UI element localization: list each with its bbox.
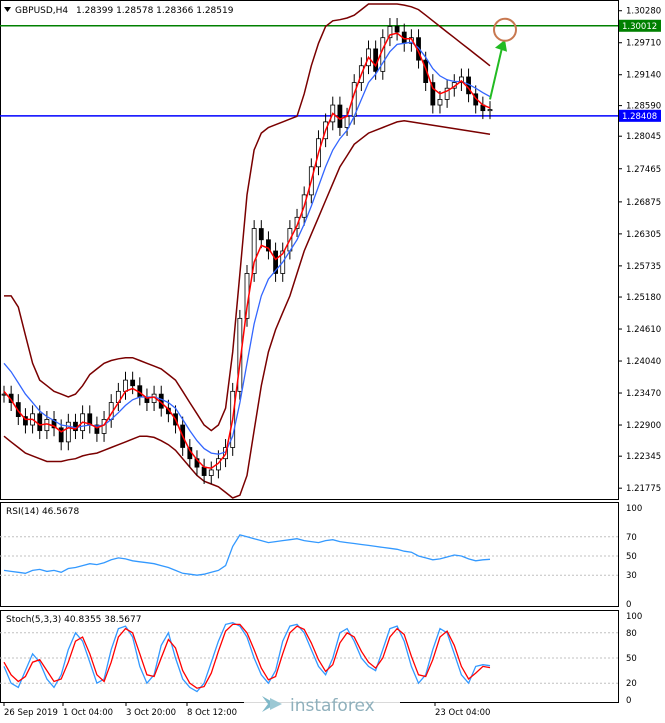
watermark-text: instaforex: [290, 696, 375, 716]
time-tick-label: 8 Oct 12:00: [187, 708, 237, 718]
candle-body: [437, 99, 443, 106]
rsi-level-label: 0: [626, 600, 631, 610]
rsi-level-label: 30: [626, 571, 637, 581]
price-axis: 1.302801.297101.291401.285901.280451.274…: [618, 7, 661, 494]
price-tick-label: 1.29710: [626, 39, 661, 49]
time-tick-label: 26 Sep 2019: [4, 708, 58, 718]
price-tick-label: 1.24610: [626, 325, 661, 335]
price-tick-label: 1.26305: [626, 230, 661, 240]
ohlc-readout: 1.28399 1.28578 1.28366 1.28519: [76, 6, 234, 16]
rsi-panel-frame: [0, 502, 619, 607]
price-chart: 1.302801.297101.291401.285901.280451.274…: [0, 0, 661, 720]
resistance-price-tag: 1.30012: [622, 22, 657, 32]
time-tick-label: 23 Oct 04:00: [435, 708, 490, 718]
candle-body: [201, 466, 207, 476]
candle-body: [37, 413, 43, 432]
price-tick-label: 1.22345: [626, 452, 661, 462]
time-tick-label: 1 Oct 04:00: [63, 708, 113, 718]
candle-body: [258, 228, 264, 241]
stoch-level-label: 20: [626, 679, 637, 689]
price-tick-label: 1.22900: [626, 421, 661, 431]
rsi-title: RSI(14) 46.5678: [6, 507, 79, 517]
candle-body: [130, 379, 136, 387]
time-tick-label: 3 Oct 20:00: [126, 708, 176, 718]
candle-body: [1, 393, 7, 396]
rsi-level-label: 100: [626, 504, 642, 514]
price-tick-label: 1.29140: [626, 71, 661, 81]
support-price-tag: 1.28408: [622, 112, 657, 122]
candle-body: [65, 421, 71, 443]
price-tick-label: 1.24040: [626, 357, 661, 367]
candle-body: [208, 469, 214, 476]
price-tick-label: 1.25735: [626, 262, 661, 272]
price-tick-label: 1.23470: [626, 389, 661, 399]
rsi-level-label: 70: [626, 533, 637, 543]
candle-body: [344, 115, 350, 128]
candle-body: [394, 26, 400, 33]
price-tick-label: 1.28045: [626, 132, 661, 142]
candle-body: [337, 104, 343, 128]
candle-body: [487, 109, 493, 112]
watermark: instaforex: [244, 690, 400, 720]
symbol-label: GBPUSD,H4: [15, 6, 68, 16]
price-tick-label: 1.21775: [626, 484, 661, 494]
price-tick-label: 1.26875: [626, 198, 661, 208]
stoch-level-label: 50: [626, 654, 637, 664]
stoch-level-label: 100: [626, 612, 642, 622]
stoch-level-label: 0: [626, 696, 631, 706]
price-tick-label: 1.30280: [626, 7, 661, 17]
candle-body: [123, 379, 128, 392]
price-tick-label: 1.27465: [626, 165, 661, 175]
rsi-level-label: 50: [626, 552, 637, 562]
candle-body: [373, 48, 379, 72]
stoch-title: Stoch(5,3,3) 40.8355 38.5677: [6, 615, 141, 625]
price-tick-label: 1.25180: [626, 293, 661, 303]
stoch-level-label: 80: [626, 629, 637, 639]
